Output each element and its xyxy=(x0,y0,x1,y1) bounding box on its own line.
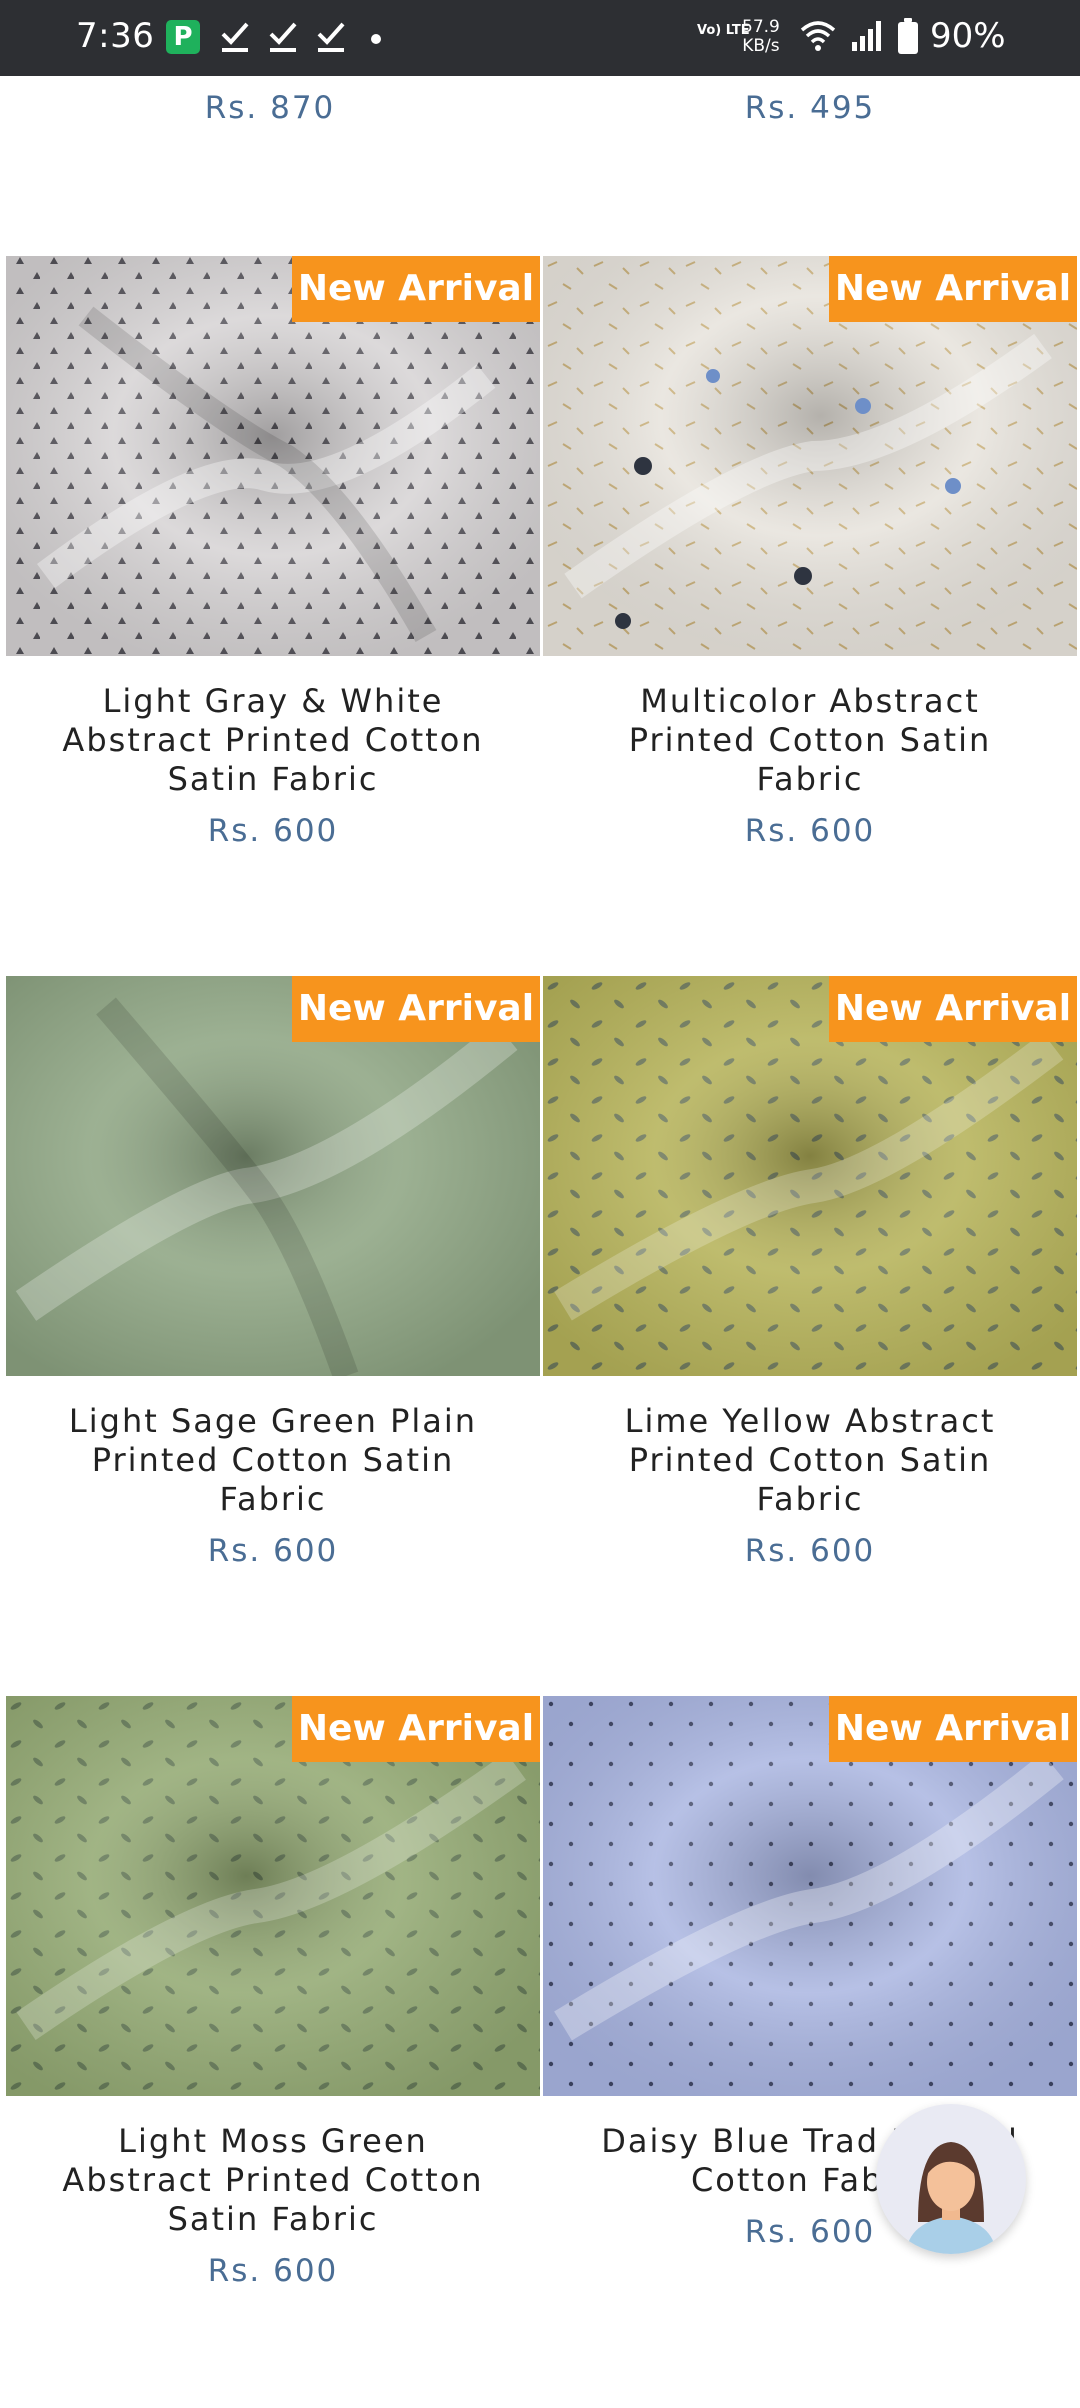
network-speed: 57.9 KB/s xyxy=(742,18,780,56)
product-price: Rs. 870 xyxy=(204,90,336,126)
product-name[interactable]: Light Sage Green Plain Printed Cotton Sa… xyxy=(43,1402,503,1519)
product-price: Rs. 600 xyxy=(207,813,339,849)
product-price: Rs. 495 xyxy=(744,90,876,126)
product-price: Rs. 600 xyxy=(744,813,876,849)
product-price: Rs. 600 xyxy=(744,1533,876,1569)
product-name[interactable]: Lime Yellow Abstract Printed Cotton Sati… xyxy=(580,1402,1040,1519)
product-name[interactable]: Multicolor Abstract Printed Cotton Satin… xyxy=(580,682,1040,799)
product-image[interactable]: New Arrival xyxy=(543,976,1077,1376)
payment-app-icon: P xyxy=(166,20,200,54)
product-name[interactable]: Light Moss Green Abstract Printed Cotton… xyxy=(43,2122,503,2239)
status-bar: 7:36 P Vo) LTE 57.9 KB/s 90% xyxy=(0,0,1080,76)
product-card[interactable]: New Arrival Multicolor Abstract Printed … xyxy=(543,256,1077,849)
product-price: Rs. 600 xyxy=(207,2253,339,2289)
chat-assistant-button[interactable] xyxy=(876,2104,1026,2254)
product-image[interactable]: New Arrival xyxy=(6,976,540,1376)
new-arrival-badge: New Arrival xyxy=(292,976,540,1042)
product-card[interactable]: New Arrival Light Gray & White Abstract … xyxy=(6,256,540,849)
product-name[interactable]: Light Gray & White Abstract Printed Cott… xyxy=(43,682,503,799)
product-image[interactable]: New Arrival xyxy=(543,1696,1077,2096)
product-card[interactable]: New Arrival Light Moss Green Abstract Pr… xyxy=(6,1696,540,2289)
network-speed-unit: KB/s xyxy=(742,36,780,56)
network-speed-value: 57.9 xyxy=(742,17,780,37)
more-notifications-dot-icon xyxy=(371,34,381,44)
checkmark-notification-icon xyxy=(317,22,345,52)
product-image[interactable]: New Arrival xyxy=(543,256,1077,656)
product-price: Rs. 600 xyxy=(207,1533,339,1569)
checkmark-notification-icon xyxy=(221,22,249,52)
battery-icon xyxy=(898,18,918,54)
new-arrival-badge: New Arrival xyxy=(292,1696,540,1762)
new-arrival-badge: New Arrival xyxy=(829,1696,1077,1762)
checkmark-notification-icon xyxy=(269,22,297,52)
product-image[interactable]: New Arrival xyxy=(6,256,540,656)
assistant-avatar-icon xyxy=(906,2142,996,2254)
status-time: 7:36 xyxy=(76,16,155,56)
wifi-icon xyxy=(800,21,836,51)
product-card[interactable]: New Arrival Lime Yellow Abstract Printed… xyxy=(543,976,1077,1569)
battery-percent: 90% xyxy=(930,16,1006,56)
product-image[interactable]: New Arrival xyxy=(6,1696,540,2096)
new-arrival-badge: New Arrival xyxy=(829,256,1077,322)
cell-signal-icon xyxy=(852,21,881,51)
new-arrival-badge: New Arrival xyxy=(829,976,1077,1042)
new-arrival-badge: New Arrival xyxy=(292,256,540,322)
product-card[interactable]: New Arrival Light Sage Green Plain Print… xyxy=(6,976,540,1569)
